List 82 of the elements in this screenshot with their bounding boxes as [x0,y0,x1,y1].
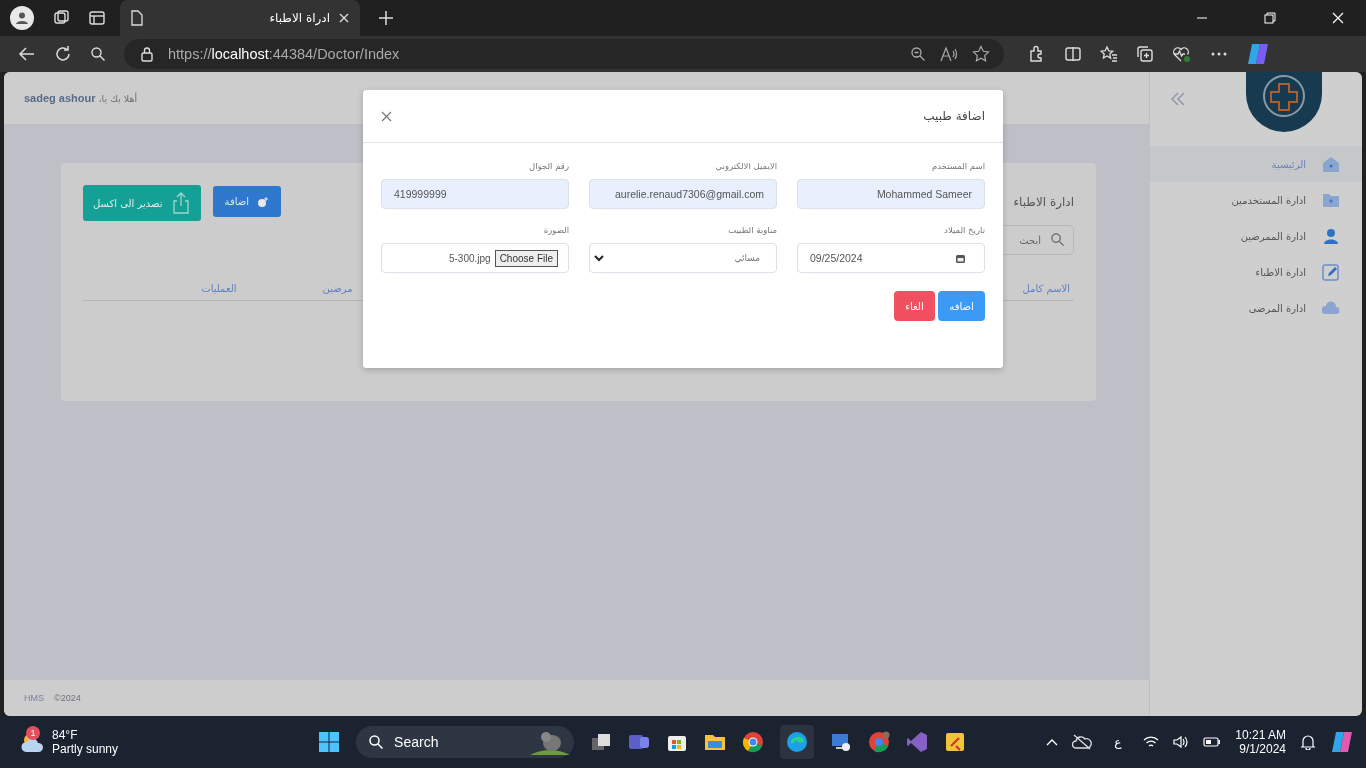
remote-desktop-icon[interactable] [830,731,853,753]
sidebar-item[interactable]: ادارة المستخدمين [1150,182,1362,218]
menu-label: ادارة المرضى [1248,302,1306,314]
chevron-down-icon [594,254,604,262]
chevron-up-icon[interactable] [1046,738,1059,746]
field-label: رقم الجوال [528,161,569,171]
card-title: ادارة الاطباء [1013,195,1074,209]
refresh-icon[interactable] [54,45,72,63]
address-bar[interactable]: https://localhost:44384/Doctor/Index [124,39,1004,69]
task-view-icon[interactable] [590,731,613,753]
folder-icon [1322,191,1340,209]
field-label: مناوبة الطبيب [727,225,777,235]
search-icon [1050,232,1065,247]
add-button[interactable]: اضافة [212,186,282,217]
page-icon [130,10,144,26]
copyright-text: ©2024 [54,693,81,703]
export-button[interactable]: تصدير الى اكسل [83,185,201,221]
footer-brand: HMS [24,693,44,703]
file-name-text: 5-300.jpg [448,252,491,264]
heart-pulse-icon[interactable] [1172,45,1192,63]
text-field[interactable]: Mohammed Sameer [797,179,985,209]
volume-icon[interactable] [1173,735,1190,749]
edge-icon [786,731,809,753]
temperature-text: 84°F [52,728,79,742]
choose-file-button[interactable]: Choose File [494,249,558,267]
star-icon[interactable] [972,45,990,63]
favorites-icon[interactable] [1100,45,1118,63]
more-icon[interactable] [1210,51,1228,57]
menu-label: الرئيسية [1271,158,1306,170]
url-text: https://localhost:44384/Doctor/Index [168,46,400,62]
share-icon [170,192,191,214]
language-indicator[interactable]: ع [1114,735,1122,749]
collections-icon[interactable] [1136,45,1154,63]
browser-icon[interactable] [742,731,765,753]
sidebar-item[interactable]: ادارة الممرضين [1150,218,1362,254]
menu-label: ادارة الاطباء [1255,266,1306,278]
pencil-icon [1322,263,1340,281]
split-screen-icon[interactable] [1064,45,1082,63]
menu-label: ادارة المستخدمين [1231,194,1306,206]
house-icon [1322,155,1340,173]
zoom-out-icon[interactable] [910,46,926,62]
text-field[interactable]: 419999999 [381,179,569,209]
clock-time[interactable]: 10:21 AM [1235,728,1286,742]
shift-dropdown[interactable]: مسائي [589,243,777,273]
new-tab-icon[interactable] [378,10,394,26]
text-field[interactable]: aurelie.renaud7306@gmail.com [589,179,777,209]
read-aloud-icon[interactable] [940,46,958,62]
logo-icon [1246,72,1322,132]
add-button[interactable]: اضافه [938,291,985,321]
profile-icon[interactable] [10,6,34,30]
taskbar-button[interactable] [780,725,815,759]
menu-label: ادارة الممرضين [1240,230,1306,242]
cancel-button[interactable]: الغاء [894,291,935,321]
dialog-title: اضافة طبيب [923,109,985,123]
tab-title: ادراة الاطباء [268,11,330,25]
visual-studio-icon[interactable] [906,731,929,753]
start-icon[interactable] [318,731,341,753]
taskbar-search[interactable]: Search [356,726,575,758]
browser-tab[interactable]: ادراة الاطباء [120,0,360,36]
field-label: الصورة [542,225,569,235]
field-label: الايميل الالكتروني [714,161,777,171]
field-label: اسم المستخدم [930,161,985,171]
calendar-icon [955,252,966,264]
sidebar-item[interactable]: ادارة الاطباء [1150,254,1362,290]
notification-badge: 1 [26,726,40,740]
tab-actions-icon[interactable] [88,9,106,27]
restore-icon[interactable] [1264,12,1276,24]
search-icon[interactable] [90,46,106,62]
lock-icon [140,46,154,62]
workspaces-icon[interactable] [52,9,70,27]
bell-icon[interactable] [1300,734,1316,750]
back-icon[interactable] [18,45,36,63]
wifi-icon[interactable] [1143,735,1160,749]
cloud-icon [1322,299,1340,317]
search-icon [368,734,385,750]
clock-date[interactable]: 9/1/2024 [1239,742,1286,756]
battery-icon[interactable] [1203,736,1222,748]
file-field[interactable]: 5-300.jpg Choose File [381,243,569,273]
date-field[interactable]: 09/25/2024 [797,243,985,273]
weather-text: Partly sunny [52,742,119,756]
cloud-off-icon[interactable] [1072,734,1093,750]
sidebar-item[interactable]: ادارة المرضى [1150,290,1362,326]
